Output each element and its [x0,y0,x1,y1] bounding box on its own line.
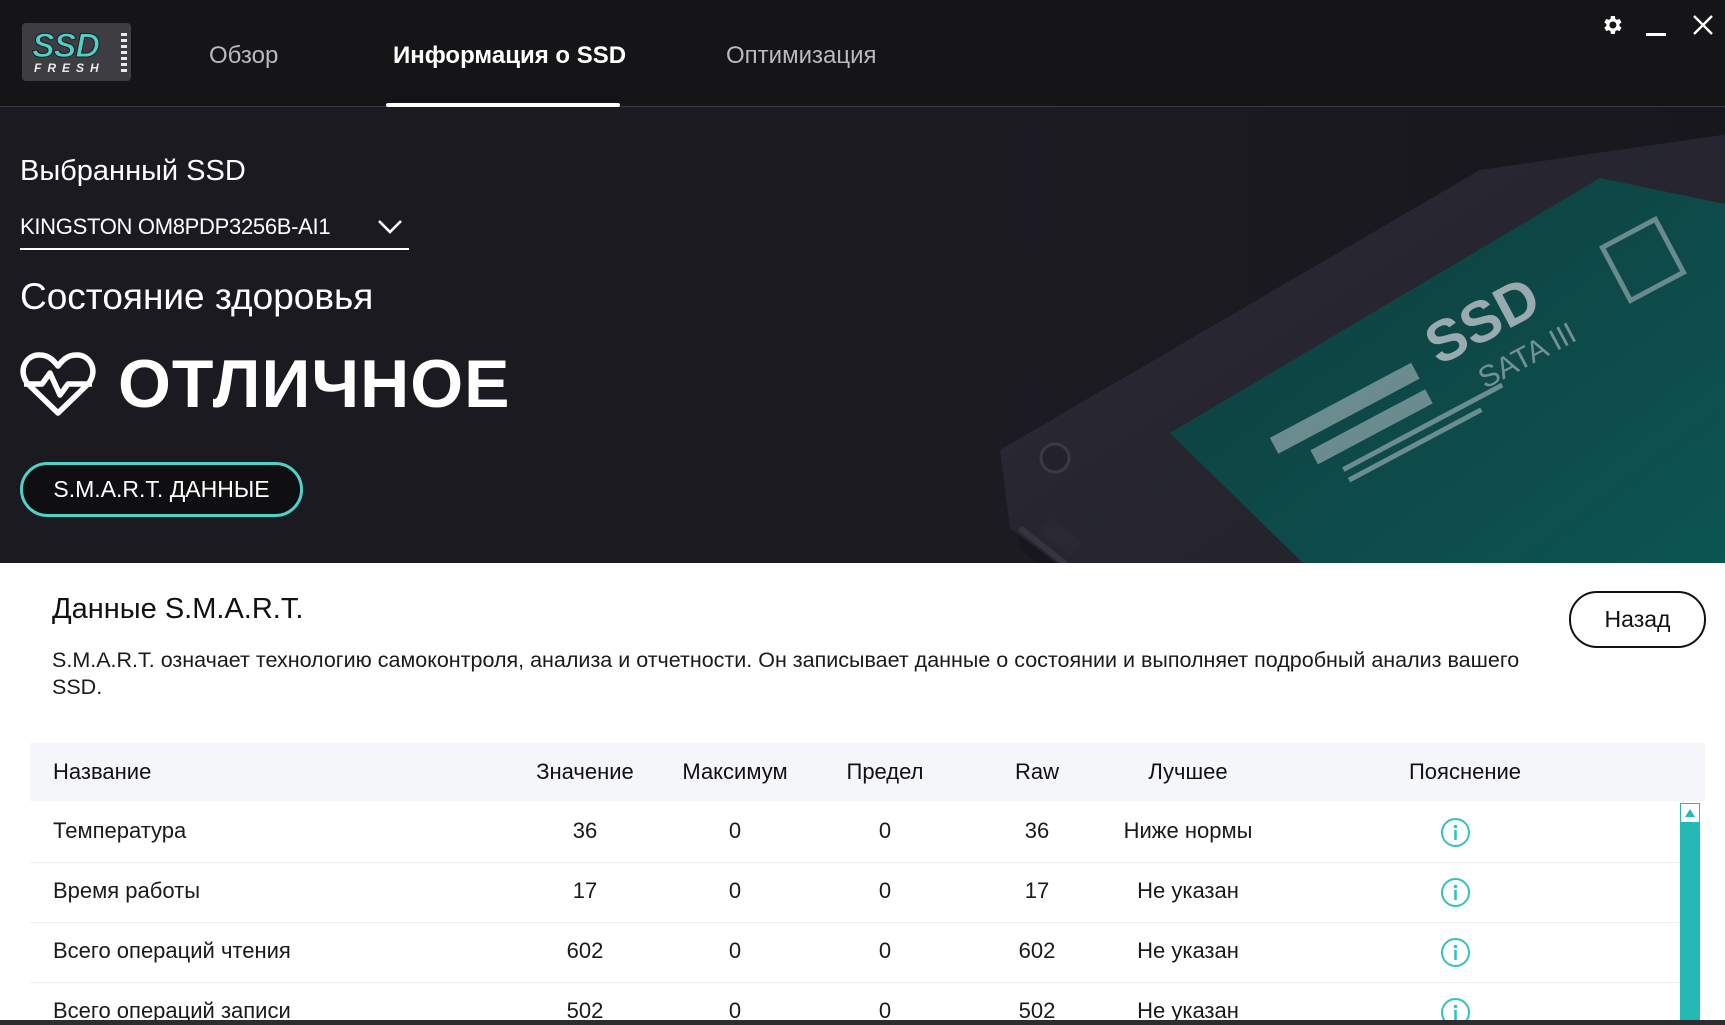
minimize-button[interactable] [1641,10,1671,40]
app-logo: SSD FRESH [22,23,131,81]
smart-panel-title: Данные S.M.A.R.T. [52,593,304,625]
cell-best: Ниже нормы [1123,818,1253,843]
gear-icon [1604,16,1622,34]
heartbeat-icon [20,352,96,416]
scroll-up-button[interactable] [1680,803,1700,823]
selected-ssd-label: Выбранный SSD [20,155,246,187]
chevron-down-icon [378,220,402,234]
cell-limit: 0 [878,878,892,903]
table-row: Время работы 17 0 0 17 Не указан [30,863,1680,923]
col-best: Лучшее [1148,759,1228,784]
col-explanation: Пояснение [1408,759,1522,784]
ssd-drive-illustration: SSD SATA III [1000,134,1725,563]
smart-description: S.M.A.R.T. означает технологию самоконтр… [52,648,1520,699]
smart-data-button[interactable]: S.M.A.R.T. ДАННЫЕ [20,462,303,517]
table-row: Всего операций чтения 602 0 0 602 Не ука… [30,923,1680,983]
info-icon[interactable] [1440,817,1471,848]
cell-name: Температура [53,818,187,843]
close-icon [1693,15,1713,35]
table-row: Температура 36 0 0 36 Ниже нормы [30,803,1680,863]
cell-name: Время работы [53,878,201,903]
col-max: Максимум [682,759,788,784]
cell-value: 602 [566,938,604,963]
info-icon[interactable] [1440,937,1471,968]
cell-value: 36 [572,818,598,843]
active-tab-indicator [386,103,620,107]
health-hero: SSD SATA III Выбранный SSD KINGSTON OM8P… [0,108,1725,563]
cell-max: 0 [728,878,742,903]
table-scrollbar[interactable] [1680,803,1700,1025]
back-button[interactable]: Назад [1569,591,1706,648]
arrow-up-icon [1685,809,1695,817]
health-state-title: Состояние здоровья [20,276,374,317]
cell-max: 0 [728,938,742,963]
minimize-icon [1646,33,1666,36]
col-name: Название [53,759,152,784]
top-bar: SSD FRESH Обзор Информация о SSD Оптимиз… [0,0,1725,107]
table-row: Всего операций записи 502 0 0 502 Не ука… [30,983,1680,1025]
bottom-strip [0,1020,1725,1025]
settings-button[interactable] [1597,10,1627,40]
cell-max: 0 [728,818,742,843]
cell-limit: 0 [878,818,892,843]
ssd-select-dropdown[interactable]: KINGSTON OM8PDP3256B-AI1 [20,210,409,250]
col-limit: Предел [846,759,924,784]
cell-name: Всего операций чтения [53,938,291,963]
col-value: Значение [536,759,634,784]
cell-limit: 0 [878,938,892,963]
logo-bars [121,33,127,73]
selected-ssd-value: KINGSTON OM8PDP3256B-AI1 [20,214,331,239]
app-window: SSD FRESH Обзор Информация о SSD Оптимиз… [0,0,1725,1025]
health-status-value: ОТЛИЧНОЕ [118,346,511,422]
cell-value: 17 [572,878,598,903]
tab-overview[interactable]: Обзор [209,42,278,70]
tab-optimization[interactable]: Оптимизация [726,42,876,70]
smart-table-header: Название Значение Максимум Предел Raw Лу… [30,743,1705,801]
logo-sub-text: FRESH [34,61,105,75]
cell-best: Не указан [1137,938,1239,963]
close-button[interactable] [1688,10,1718,40]
tab-ssd-info[interactable]: Информация о SSD [393,42,626,70]
smart-panel: Данные S.M.A.R.T. S.M.A.R.T. означает те… [0,563,1725,1025]
cell-best: Не указан [1137,878,1239,903]
info-icon[interactable] [1440,877,1471,908]
